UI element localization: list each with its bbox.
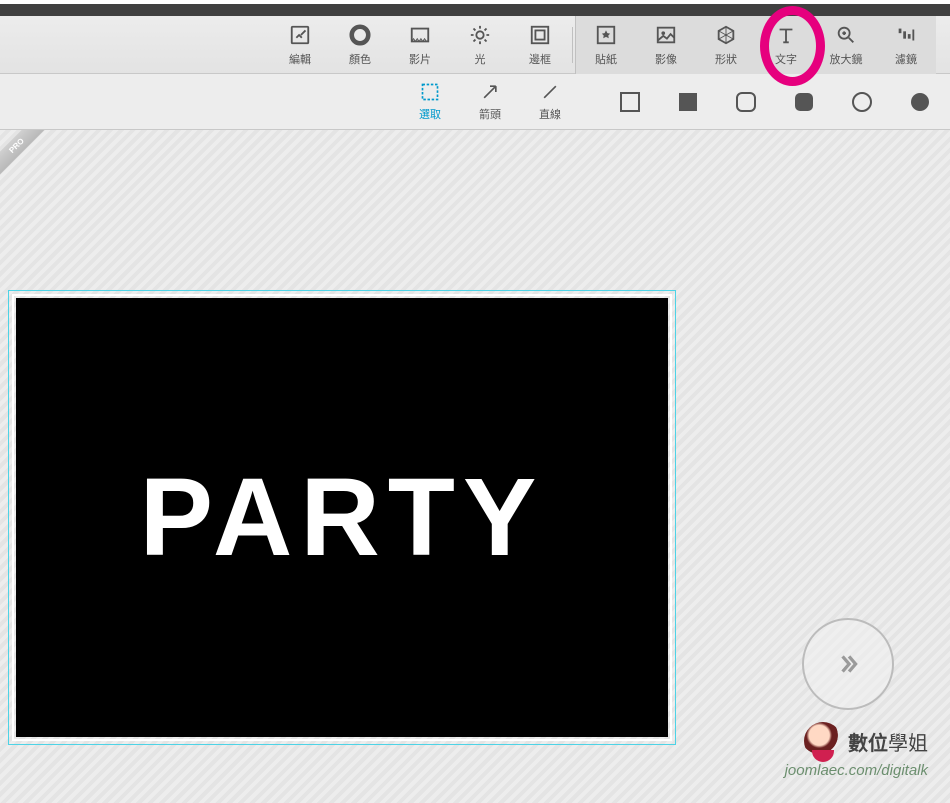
square-outline-swatch[interactable] xyxy=(620,92,640,112)
sticker-button[interactable]: 貼紙 xyxy=(576,16,636,74)
line-label: 直線 xyxy=(539,106,561,122)
toolbar-active-group: 貼紙 影像 形狀 文字 放大鏡 xyxy=(575,16,936,74)
border-label: 邊框 xyxy=(529,51,551,67)
arrow-tool[interactable]: 箭頭 xyxy=(460,74,520,130)
roundrect-outline-swatch[interactable] xyxy=(736,92,756,112)
sliders-icon xyxy=(894,23,918,47)
zoom-button[interactable]: 放大鏡 xyxy=(816,16,876,74)
filter-label: 濾鏡 xyxy=(895,51,917,67)
selection-outline xyxy=(8,290,676,745)
zoom-label: 放大鏡 xyxy=(830,51,863,67)
main-toolbar: 編輯 顏色 影片 光 邊框 貼紙 xyxy=(0,16,950,74)
roundrect-filled-swatch[interactable] xyxy=(794,92,814,112)
select-label: 選取 xyxy=(419,106,441,122)
edit-label: 編輯 xyxy=(289,51,311,67)
film-icon xyxy=(408,23,432,47)
next-button[interactable] xyxy=(802,618,894,710)
arrow-label: 箭頭 xyxy=(479,106,501,122)
secondary-toolbar: 選取 箭頭 直線 xyxy=(0,74,950,130)
image-button[interactable]: 影像 xyxy=(636,16,696,74)
color-button[interactable]: 顏色 xyxy=(330,16,390,74)
chevron-right-icon xyxy=(835,651,861,677)
sun-icon xyxy=(468,23,492,47)
shape-button[interactable]: 形狀 xyxy=(696,16,756,74)
hexagon-icon xyxy=(714,23,738,47)
shape-label: 形狀 xyxy=(715,51,737,67)
watermark-title-rest: 學姐 xyxy=(888,733,928,755)
arrow-icon xyxy=(480,82,500,102)
light-label: 光 xyxy=(475,51,486,67)
line-tool[interactable]: 直線 xyxy=(520,74,580,130)
edit-icon xyxy=(288,23,312,47)
text-button[interactable]: 文字 xyxy=(756,16,816,74)
watermark-url: joomlaec.com/digitalk xyxy=(785,762,928,779)
avatar-icon xyxy=(804,722,842,760)
toolbar-separator xyxy=(572,27,573,63)
light-button[interactable]: 光 xyxy=(450,16,510,74)
watermark-top: 數位學姐 xyxy=(804,722,928,760)
watermark-title-bold: 數位 xyxy=(848,733,888,755)
circle-outline-swatch[interactable] xyxy=(852,92,872,112)
circle-filled-swatch[interactable] xyxy=(910,92,930,112)
image-icon xyxy=(654,23,678,47)
marquee-icon xyxy=(420,82,440,102)
text-label: 文字 xyxy=(775,51,797,67)
canvas-area[interactable]: PRO PARTY 數位學姐 joomlaec.com/digitalk xyxy=(0,130,950,803)
ring-icon xyxy=(348,23,372,47)
filter-button[interactable]: 濾鏡 xyxy=(876,16,936,74)
text-icon xyxy=(774,23,798,47)
artboard-selection[interactable]: PARTY xyxy=(8,290,676,745)
border-button[interactable]: 邊框 xyxy=(510,16,570,74)
clip-button[interactable]: 影片 xyxy=(390,16,450,74)
clip-label: 影片 xyxy=(409,51,431,67)
sticker-label: 貼紙 xyxy=(595,51,617,67)
window-titlebar xyxy=(0,4,950,16)
pro-badge: PRO xyxy=(0,130,50,180)
magnifier-icon xyxy=(834,23,858,47)
square-filled-swatch[interactable] xyxy=(678,92,698,112)
pro-badge-text: PRO xyxy=(0,130,47,176)
watermark-title: 數位學姐 xyxy=(848,727,928,756)
edit-button[interactable]: 編輯 xyxy=(270,16,330,74)
shape-picker xyxy=(620,92,930,112)
line-icon xyxy=(540,82,560,102)
frame-icon xyxy=(528,23,552,47)
star-icon xyxy=(594,23,618,47)
watermark: 數位學姐 joomlaec.com/digitalk xyxy=(785,722,928,779)
select-tool[interactable]: 選取 xyxy=(400,74,460,130)
color-label: 顏色 xyxy=(349,51,371,67)
image-label: 影像 xyxy=(655,51,677,67)
